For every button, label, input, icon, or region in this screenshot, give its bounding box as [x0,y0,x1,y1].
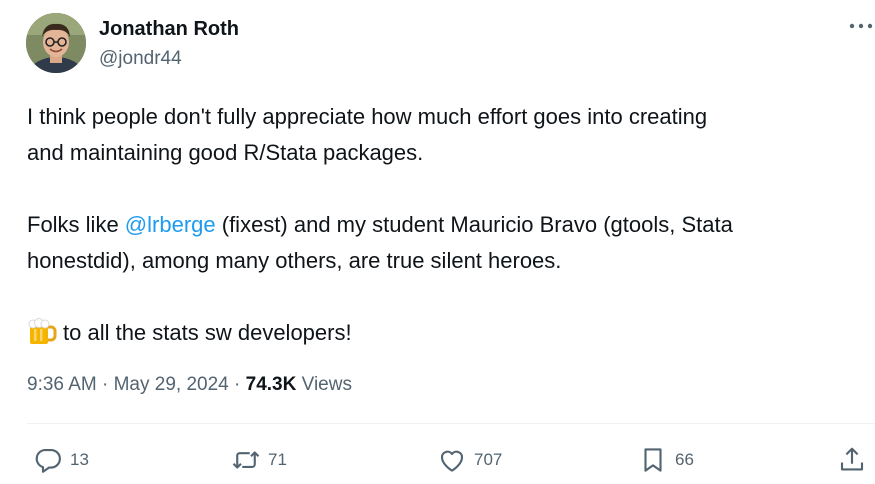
tweet-text-fragment: Folks like [27,212,125,237]
reply-icon [35,448,61,473]
repost-icon [232,451,260,469]
tweet-line: I think people don't fully appreciate ho… [27,104,708,129]
tweet-time[interactable]: 9:36 AM [27,374,97,395]
tweet-body: I think people don't fully appreciate ho… [27,99,857,351]
share-button[interactable] [837,444,867,476]
more-icon[interactable] [848,18,874,34]
tweet-line: honestdid), among many others, are true … [27,248,562,273]
views-label: Views [301,374,352,395]
meta-separator: · [102,374,109,395]
bookmark-button[interactable]: 66 [638,444,694,476]
views-count: 74.3K [245,374,297,395]
repost-count: 71 [268,450,287,469]
tweet-paragraph-3: to all the stats sw developers! [27,315,857,351]
beer-emoji-icon [27,318,57,346]
tweet-line: and maintaining good R/Stata packages. [27,140,424,165]
bookmark-count: 66 [675,450,694,469]
like-count: 707 [474,450,503,469]
divider [27,423,875,424]
like-icon [440,450,464,472]
tweet-meta: 9:36 AM · May 29, 2024 · 74.3K Views [27,374,352,396]
repost-button[interactable]: 71 [231,444,287,476]
avatar[interactable] [26,13,86,73]
tweet-text-fragment: (fixest) and my student Mauricio Bravo (… [215,212,733,237]
author-name[interactable]: Jonathan Roth [99,18,239,41]
tweet-date[interactable]: May 29, 2024 [114,374,229,395]
share-icon [840,447,864,471]
reply-count: 13 [70,450,89,469]
mention-link[interactable]: @lrberge [125,212,216,237]
tweet-paragraph-2: Folks like @lrberge (fixest) and my stud… [27,207,857,243]
reply-button[interactable]: 13 [33,444,89,476]
tweet-text-fragment: to all the stats sw developers! [63,320,352,345]
like-button[interactable]: 707 [437,444,502,476]
author-handle[interactable]: @jondr44 [99,48,182,70]
bookmark-icon [644,448,662,472]
meta-separator: · [234,374,241,395]
